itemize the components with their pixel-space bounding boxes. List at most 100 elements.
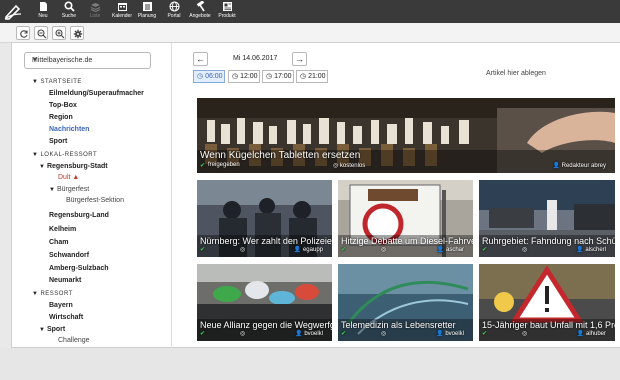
- sidebar-item-cham[interactable]: Cham: [49, 238, 68, 247]
- section-startseite[interactable]: ▼ Startseite: [32, 78, 82, 87]
- article-author: 👤 egaupp: [294, 246, 323, 253]
- sidebar-item-sport-ressort-label: Sport: [46, 326, 66, 333]
- article-meta: ✔ ◎ 👤 egaupp: [200, 246, 329, 255]
- article-tile-main[interactable]: Wenn Kügelchen Tabletten ersetzen ✔ frei…: [197, 98, 615, 173]
- sidebar-item-dult[interactable]: Dult ▲: [58, 173, 79, 182]
- layers-icon: [90, 3, 100, 12]
- sidebar-item-dult-label: Dult: [58, 174, 71, 181]
- next-day-button[interactable]: →: [292, 52, 307, 66]
- content-area: ← Mi 14.06.2017 → ◷ 06:00 ◷ 12:00 ◷ 17:0…: [172, 43, 620, 349]
- zoom-out-button[interactable]: [34, 26, 48, 40]
- search-minus-icon: [37, 29, 47, 39]
- user-icon: 👤: [295, 331, 303, 337]
- time-slot-label: 06:00: [205, 73, 223, 80]
- search-icon: [63, 1, 75, 12]
- section-ressort-label: Ressort: [40, 291, 73, 297]
- sidebar-item-bayern[interactable]: Bayern: [49, 301, 73, 310]
- section-ressort[interactable]: ▼ Ressort: [32, 290, 73, 299]
- sidebar-item-neumarkt[interactable]: Neumarkt: [49, 276, 81, 285]
- sidebar-item-sport-ressort[interactable]: ▼ Sport: [39, 325, 65, 335]
- time-slot-1700[interactable]: ◷ 17:00: [262, 70, 294, 83]
- search-button[interactable]: Suche: [60, 1, 78, 22]
- sidebar-item-top-box[interactable]: Top-Box: [49, 101, 77, 110]
- product-button[interactable]: Produkt: [216, 1, 238, 22]
- article-author-label: bvoelkl: [304, 331, 323, 337]
- sidebar-item-eilmeldung[interactable]: Eilmeldung/Superaufmacher: [49, 89, 144, 98]
- settings-button[interactable]: [70, 26, 84, 40]
- planning-icon: [142, 2, 152, 11]
- article-title: Hitzige Debatte um Diesel-Fahrverbote: [341, 236, 473, 246]
- article-tile[interactable]: Nürnberg: Wer zahlt den Polizeieinsatz? …: [197, 180, 332, 257]
- article-tile[interactable]: Telemedizin als Lebensretter ✔ ◎ 👤 bvoel…: [338, 264, 473, 341]
- refresh-icon: [20, 30, 28, 38]
- article-tile[interactable]: Hitzige Debatte um Diesel-Fahrverbote ✔ …: [338, 180, 473, 257]
- sidebar-item-schwandorf[interactable]: Schwandorf: [49, 251, 89, 260]
- sidebar-item-regensburg-stadt-label: Regensburg-Stadt: [46, 163, 108, 170]
- sidebar-item-sport[interactable]: Sport: [49, 137, 67, 146]
- hammer-icon: [196, 1, 205, 12]
- offers-button[interactable]: Angebote: [188, 1, 212, 22]
- euro-icon: ◎: [333, 163, 339, 169]
- section-startseite-label: Startseite: [40, 79, 82, 85]
- sidebar: Mittelbayerische.de ▼ ▼ Startseite Eilmel…: [12, 43, 172, 349]
- sidebar-item-buergerfest-sektion[interactable]: Bürgerfest-Sektion: [66, 196, 124, 205]
- euro-icon: ◎: [381, 331, 387, 337]
- article-meta: ✔ freigegeben ◎ kostenlos 👤 Redakteur ab…: [200, 162, 612, 171]
- planning-button[interactable]: Planung: [137, 1, 157, 22]
- tool-row: [0, 23, 620, 43]
- article-author: 👤 bvoelkl: [436, 330, 464, 337]
- top-bar: Neu Suche Liste Kalender Planung Portal …: [0, 0, 620, 23]
- date-label: Mi 14.06.2017: [233, 55, 278, 62]
- sidebar-item-regensburg-land[interactable]: Regensburg-Land: [49, 211, 109, 220]
- article-title: 15-Jähriger baut Unfall mit 1,6 Promille: [482, 320, 615, 330]
- article-title: Neue Allianz gegen die Wegwerfgesellscha…: [200, 320, 332, 330]
- article-author-label: alhuber: [585, 331, 606, 337]
- article-title: Ruhrgebiet: Fahndung nach Schützen: [482, 236, 615, 246]
- zoom-in-button[interactable]: [52, 26, 66, 40]
- caret-down-icon: ▼: [32, 79, 39, 85]
- calendar-button-label: Kalender: [111, 13, 132, 19]
- check-icon: ✔: [200, 331, 206, 337]
- sidebar-item-kelheim[interactable]: Kelheim: [49, 225, 76, 234]
- new-button-label: Neu: [38, 13, 48, 19]
- portal-button[interactable]: Portal: [165, 1, 183, 22]
- clock-icon: ◷: [266, 73, 273, 80]
- sidebar-item-wirtschaft[interactable]: Wirtschaft: [49, 313, 83, 322]
- article-author: 👤 bvoelkl: [295, 330, 323, 337]
- euro-icon: ◎: [240, 331, 246, 337]
- caret-down-icon: ▼: [32, 152, 39, 158]
- prev-day-button[interactable]: ←: [193, 52, 208, 66]
- time-slot-2100[interactable]: ◷ 21:00: [296, 70, 328, 83]
- check-icon: ✔: [482, 247, 488, 253]
- user-icon: 👤: [576, 247, 584, 253]
- time-slot-1200[interactable]: ◷ 12:00: [228, 70, 260, 83]
- new-button[interactable]: Neu: [34, 1, 52, 22]
- article-tile[interactable]: 15-Jähriger baut Unfall mit 1,6 Promille…: [479, 264, 615, 341]
- calendar-button[interactable]: Kalender: [111, 1, 133, 22]
- refresh-button[interactable]: [16, 26, 30, 40]
- sidebar-item-region[interactable]: Region: [49, 113, 73, 122]
- sidebar-item-buergerfest[interactable]: ▼ Bürgerfest: [49, 185, 89, 195]
- check-icon: ✔: [341, 247, 347, 253]
- drop-zone-label: Artikel hier ablegen: [486, 70, 546, 77]
- publication-select[interactable]: Mittelbayerische.de ▼: [24, 52, 151, 69]
- article-price-label: kostenlos: [339, 163, 366, 169]
- sidebar-item-challenge[interactable]: Challenge: [58, 336, 90, 345]
- section-lokal-ressort[interactable]: ▼ Lokal-Ressort: [32, 151, 97, 160]
- search-button-label: Suche: [61, 13, 77, 19]
- article-tile[interactable]: Neue Allianz gegen die Wegwerfgesellscha…: [197, 264, 332, 341]
- caret-down-icon: ▼: [39, 327, 45, 333]
- sidebar-item-nachrichten[interactable]: Nachrichten: [49, 125, 89, 134]
- sidebar-item-amberg-sulzbach[interactable]: Amberg-Sulzbach: [49, 264, 109, 273]
- list-button[interactable]: Liste: [86, 1, 104, 22]
- check-icon: ✔: [200, 163, 206, 169]
- article-tile[interactable]: Ruhrgebiet: Fahndung nach Schützen ✔ ◎ 👤…: [479, 180, 615, 257]
- time-slot-0600[interactable]: ◷ 06:00: [193, 70, 225, 83]
- caret-down-icon: ▼: [39, 164, 45, 170]
- sidebar-item-regensburg-stadt[interactable]: ▼ Regensburg-Stadt: [39, 162, 108, 172]
- pencil-logo-icon[interactable]: [3, 2, 23, 20]
- time-slot-label: 12:00: [240, 73, 258, 80]
- article-author: 👤 aschar: [437, 246, 464, 253]
- article-title: Nürnberg: Wer zahlt den Polizeieinsatz?: [200, 236, 332, 246]
- warning-icon: ▲: [72, 174, 80, 181]
